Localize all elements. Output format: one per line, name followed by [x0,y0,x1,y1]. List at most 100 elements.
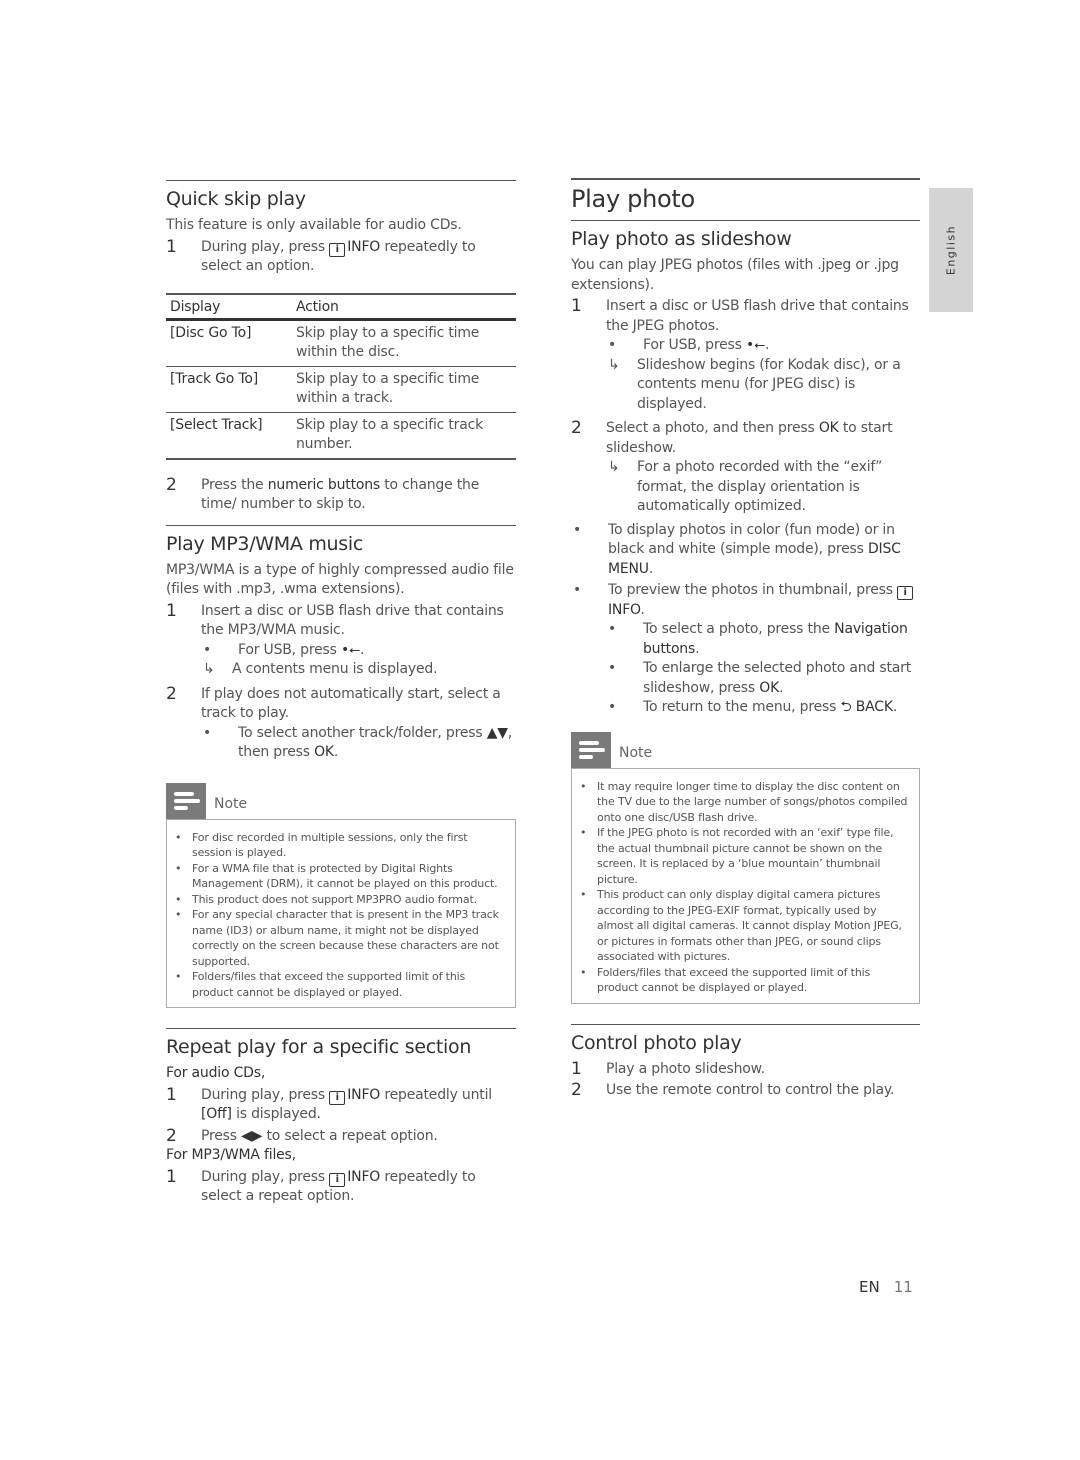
ok-button-label: OK [314,744,334,760]
note-item: • This product does not support MP3PRO au… [175,892,477,906]
note-text: For disc recorded in multiple sessions, … [192,830,468,860]
step-text: to select a repeat option. [262,1127,438,1144]
note-item: • For any special character that is prese… [175,907,507,969]
step-number: 1 [166,236,177,257]
back-icon: ⮌ [840,699,852,715]
step-text: If play does not automatically start, se… [201,685,501,722]
note-content: • It may require longer time to display t… [571,767,920,1004]
note-icon [166,782,206,819]
display-cell: [Disc Go To] [166,319,292,367]
section-title: Play photo as slideshow [571,228,792,250]
step-2: 2 Select a photo, and then press OK to s… [571,418,920,458]
usb-substep: • For USB, press •⭠. [606,336,920,356]
section-photo-slideshow: Play photo as slideshow You can play JPE… [571,227,920,718]
step-1: 1 Insert a disc or USB flash drive that … [571,296,920,336]
note-text: If the JPEG photo is not recorded with a… [597,826,894,886]
table-row: [Disc Go To] Skip play to a specific tim… [166,319,516,367]
section-divider [571,220,920,221]
chapter-divider [571,178,920,180]
column-header-action: Action [292,292,516,321]
section-control-photo-play: Control photo play 1 Play a photo slides… [571,1023,920,1101]
display-cell: [Select Track] [166,412,292,460]
info-button-label: INFO [347,1168,381,1185]
thumbnail-substep: • To enlarge the selected photo and star… [606,659,920,698]
result-line: ↳ A contents menu is displayed. [201,660,516,680]
step-1: 1 Play a photo slideshow. [571,1058,920,1080]
bullet: • [608,660,617,676]
usb-substep: • For USB, press •⭠. [201,641,516,661]
step-text: Use the remote control to control the pl… [606,1082,895,1098]
step-number: 1 [166,1084,177,1105]
section-title: Quick skip play [166,188,306,210]
note-text: For a WMA file that is protected by Digi… [192,861,498,891]
step-number: 1 [571,296,582,316]
bullet-thumbnail-preview: • To preview the photos in thumbnail, pr… [571,581,920,620]
step-text: During play, press [201,1168,330,1185]
bullet: • [203,641,212,658]
step-number: 2 [571,1080,582,1100]
step-number: 2 [166,474,177,495]
note-label: Note [619,744,653,761]
mp3-step-1: 1 During play, press i INFO repeatedly to… [166,1167,516,1207]
section-title: Repeat play for a specific section [166,1036,472,1058]
step-text: Play a photo slideshow. [606,1060,765,1077]
info-icon: i [329,1172,346,1187]
step-number: 1 [571,1058,582,1079]
section-title: Play MP3/WMA music [166,532,363,555]
footer-language: EN [859,1278,880,1296]
section-divider [166,1028,516,1029]
note-item: • For disc recorded in multiple sessions,… [175,830,507,861]
cd-step-1: 1 During play, press i INFO repeatedly un… [166,1084,516,1125]
off-value: [Off] [201,1106,232,1122]
table-row: [Track Go To] Skip play to a specific ti… [166,366,516,413]
result-line: ↳ Slideshow begins (for Kodak disc), or … [606,356,920,415]
left-column: Quick skip play This feature is only ava… [166,180,516,1207]
note-text: For any special character that is presen… [192,908,499,968]
section-title: Control photo play [571,1031,742,1054]
note-icon [571,731,611,768]
result-arrow-icon: ↳ [608,356,620,373]
step-text: Press the [201,476,268,493]
step-text: During play, press [201,238,330,255]
subsection-label-cd: For audio CDs, [166,1065,266,1081]
step-1: 1 Insert a disc or USB flash drive that … [166,600,516,641]
step-text: repeatedly until [380,1086,492,1103]
section-divider [571,1023,920,1025]
thumbnail-substep: • To return to the menu, press ⮌ BACK. [606,698,920,718]
result-arrow-icon: ↳ [203,661,215,677]
up-down-arrows-icon: ▲▼ [486,724,508,741]
step-text: For USB, press [643,337,746,353]
note-item: • It may require longer time to display t… [580,779,911,826]
section-repeat-play: Repeat play for a specific section For a… [166,1028,516,1207]
punctuation: . [333,744,339,760]
bullet: • [608,337,617,353]
step-number: 1 [166,600,177,621]
bullet-color-mode: • To display photos in color (fun mode) … [571,521,920,580]
step-text: To select a photo, press the [643,621,835,637]
back-button-label: BACK [855,699,893,715]
result-text: Slideshow begins (for Kodak disc), or a … [637,356,901,412]
note-text: Folders/files that exceed the supported … [597,965,871,995]
info-icon: i [329,1090,346,1105]
step-number: 2 [166,1125,177,1146]
bullet: • [608,621,617,637]
action-cell: Skip play to a specific track number. [292,412,516,460]
note-text: Folders/files that exceed the supported … [192,970,466,999]
note-item: • Folders/files that exceed the supported… [580,965,911,996]
right-column: Play photo Play photo as slideshow You c… [571,178,920,1101]
step-text: During play, press [201,1086,330,1103]
step-text: To preview the photos in thumbnail, pres… [608,582,898,598]
language-side-tab: English [929,188,973,312]
usb-icon: •⭠ [745,337,766,353]
info-button-label: INFO [347,1086,381,1103]
punctuation: . [648,560,654,577]
punctuation: . [779,679,784,696]
bullet: • [573,582,582,598]
note-text: This product can only display digital ca… [597,888,902,963]
action-cell: Skip play to a specific time within the … [292,319,516,367]
bullet: • [608,699,617,715]
action-cell: Skip play to a specific time within a tr… [292,366,516,413]
note-text: It may require longer time to display th… [597,779,908,824]
select-track-substep: • To select another track/folder, press … [201,724,516,763]
note-item: • For a WMA file that is protected by Dig… [175,861,507,892]
